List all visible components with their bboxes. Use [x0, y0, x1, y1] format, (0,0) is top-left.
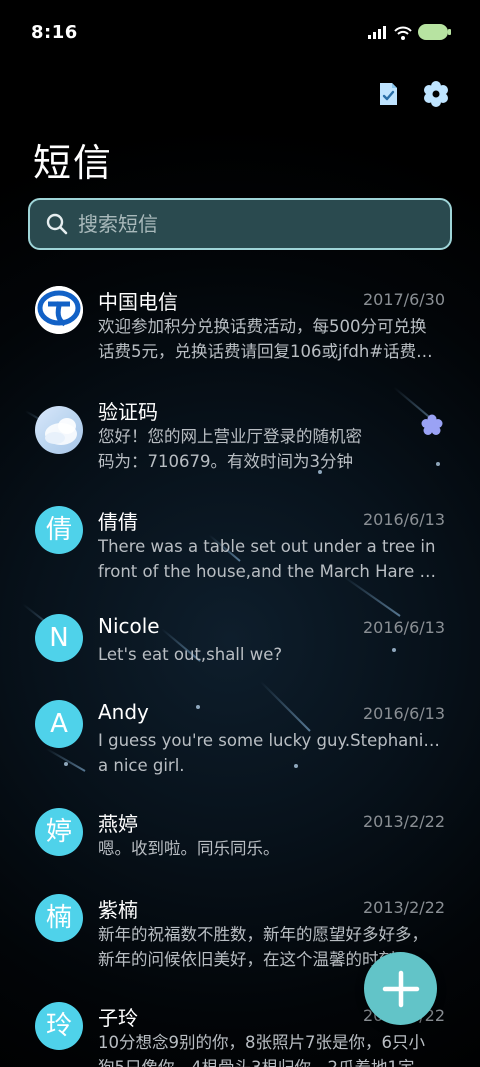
contact-name: 紫楠 [98, 898, 138, 922]
contact-name: 燕婷 [98, 812, 138, 836]
contact-avatar: N [35, 614, 83, 662]
contact-avatar: 倩 [35, 506, 83, 554]
conversation-item[interactable]: N Nicole 2016/6/13 Let's eat out,shall w… [0, 614, 480, 674]
contact-name: 验证码 [98, 400, 158, 424]
signal-icon [368, 25, 388, 39]
message-preview: 欢迎参加积分兑换话费活动，每500分可兑换 话费5元，兑换话费请回复106或jf… [98, 317, 433, 361]
contact-name: 倩倩 [98, 510, 138, 534]
message-preview: 嗯。收到啦。同乐同乐。 [98, 839, 280, 858]
search-input[interactable] [78, 200, 438, 248]
status-bar: 8:16 [0, 0, 480, 66]
search-bar[interactable] [28, 198, 452, 250]
status-icons [368, 24, 451, 40]
conversation-item[interactable]: 婷 燕婷 2013/2/22 嗯。收到啦。同乐同乐。 [0, 808, 480, 868]
message-date: 2016/6/13 [362, 510, 445, 529]
conversation-item[interactable]: A Andy 2016/6/13 I guess you're some luc… [0, 700, 480, 780]
contact-avatar: 楠 [35, 894, 83, 942]
verification-avatar [35, 406, 83, 454]
message-date: 2016/6/13 [362, 618, 445, 637]
contact-avatar: 玲 [35, 1002, 83, 1050]
search-icon [45, 212, 69, 236]
message-preview: There was a table set out under a tree i… [98, 537, 446, 581]
message-date: 2013/2/22 [362, 898, 445, 917]
gear-icon[interactable] [422, 80, 450, 108]
message-preview: I guess you're some lucky guy.Stephanie … [98, 731, 446, 775]
china-telecom-logo-avatar [35, 286, 83, 334]
conversation-item[interactable]: 中国电信 2017/6/30 欢迎参加积分兑换话费活动，每500分可兑换 话费5… [0, 286, 480, 366]
compose-button[interactable] [364, 952, 437, 1025]
message-preview: 10分想念9别的你，8张照片7张是你，6只小 狗5只像你，4根骨头3根归你，2爪… [98, 1033, 431, 1067]
message-preview: Let's eat out,shall we? [98, 645, 283, 664]
message-date: 2016/6/13 [362, 704, 445, 723]
messages-screen: 8:16 短信 搜索短信 中国电信 2017/6/30 欢迎参加积分兑换话费活动… [0, 0, 480, 1067]
plus-icon [382, 970, 419, 1007]
wifi-icon [394, 25, 412, 40]
page-title: 短信 [33, 141, 114, 185]
message-preview: 您好！您的网上营业厅登录的随机密 码为：710679。有效时间为3分钟 [98, 427, 362, 471]
contact-avatar: A [35, 700, 83, 748]
document-check-icon[interactable] [374, 80, 402, 108]
contact-name: Nicole [98, 614, 160, 638]
conversation-item[interactable]: 倩 倩倩 2016/6/13 There was a table set out… [0, 506, 480, 586]
message-date: 2017/6/30 [362, 290, 445, 309]
contact-avatar: 婷 [35, 808, 83, 856]
conversation-item[interactable]: 验证码 您好！您的网上营业厅登录的随机密 码为：710679。有效时间为3分钟 [0, 396, 480, 476]
battery-icon [418, 24, 451, 40]
message-date: 2013/2/22 [362, 812, 445, 831]
contact-name: 中国电信 [98, 290, 178, 314]
flower-badge-icon [421, 414, 443, 436]
status-time: 8:16 [31, 22, 78, 43]
contact-name: 子玲 [98, 1006, 138, 1030]
contact-name: Andy [98, 700, 149, 724]
